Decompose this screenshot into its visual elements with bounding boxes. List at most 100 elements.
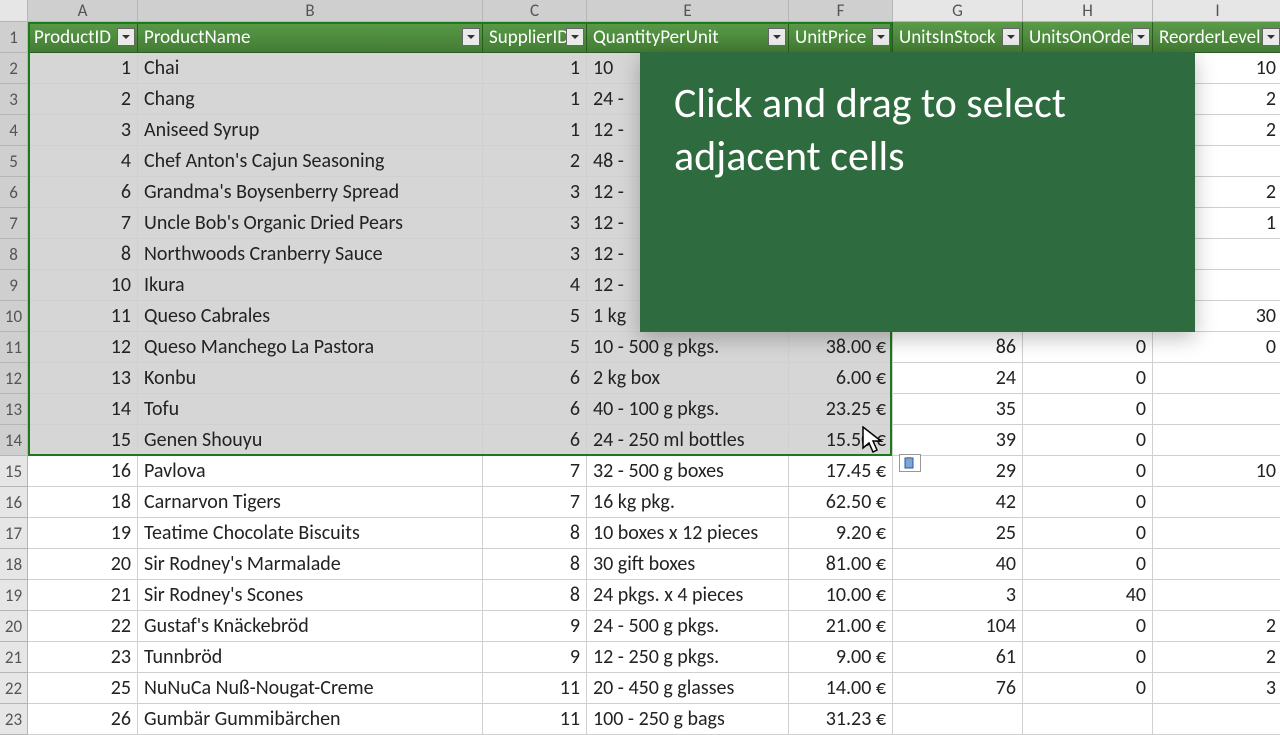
cell[interactable]: 8 xyxy=(28,239,138,270)
cell[interactable]: Chang xyxy=(138,84,483,115)
cell[interactable]: 8 xyxy=(483,580,587,611)
cell[interactable]: 2 kg box xyxy=(587,363,789,394)
cell[interactable]: 16 kg pkg. xyxy=(587,487,789,518)
row-header-19[interactable]: 19 xyxy=(0,580,28,611)
row-header-22[interactable]: 22 xyxy=(0,673,28,704)
row-header-7[interactable]: 7 xyxy=(0,208,28,239)
cell[interactable]: 7 xyxy=(28,208,138,239)
cell[interactable]: Ikura xyxy=(138,270,483,301)
cell[interactable]: 8 xyxy=(483,549,587,580)
cell[interactable]: 0 xyxy=(1023,363,1153,394)
cell[interactable]: 104 xyxy=(893,611,1023,642)
cell[interactable]: 3 xyxy=(1153,673,1280,704)
cell[interactable]: 11 xyxy=(28,301,138,332)
cell[interactable]: 5 xyxy=(483,332,587,363)
cell[interactable]: 4 xyxy=(28,146,138,177)
filter-dropdown-icon[interactable] xyxy=(1262,28,1280,46)
cell[interactable]: 3 xyxy=(483,208,587,239)
filter-dropdown-icon[interactable] xyxy=(872,28,890,46)
cell[interactable]: 3 xyxy=(28,115,138,146)
cell[interactable]: 0 xyxy=(1023,425,1153,456)
cell[interactable] xyxy=(1153,425,1280,456)
filter-dropdown-icon[interactable] xyxy=(1132,28,1150,46)
cell[interactable]: 40 - 100 g pkgs. xyxy=(587,394,789,425)
column-header-E[interactable]: E xyxy=(587,0,789,22)
cell[interactable]: 10 - 500 g pkgs. xyxy=(587,332,789,363)
cell[interactable]: 0 xyxy=(1023,611,1153,642)
cell[interactable]: 0 xyxy=(1023,549,1153,580)
cell[interactable]: 18 xyxy=(28,487,138,518)
cell[interactable]: 1 xyxy=(28,53,138,84)
table-header-productname[interactable]: ProductName xyxy=(138,22,483,53)
row-header-14[interactable]: 14 xyxy=(0,425,28,456)
cell[interactable]: Grandma's Boysenberry Spread xyxy=(138,177,483,208)
cell[interactable]: 15 xyxy=(28,425,138,456)
cell[interactable]: 3 xyxy=(483,177,587,208)
cell[interactable]: 9 xyxy=(483,611,587,642)
cell[interactable]: Chai xyxy=(138,53,483,84)
table-header-unitsinstock[interactable]: UnitsInStock xyxy=(893,22,1023,53)
column-header-B[interactable]: B xyxy=(138,0,483,22)
cell[interactable]: 2 xyxy=(483,146,587,177)
cell[interactable]: 76 xyxy=(893,673,1023,704)
row-header-18[interactable]: 18 xyxy=(0,549,28,580)
row-header-16[interactable]: 16 xyxy=(0,487,28,518)
column-header-C[interactable]: C xyxy=(483,0,587,22)
row-header-13[interactable]: 13 xyxy=(0,394,28,425)
row-header-4[interactable]: 4 xyxy=(0,115,28,146)
table-header-unitsonorder[interactable]: UnitsOnOrder xyxy=(1023,22,1153,53)
column-header-F[interactable]: F xyxy=(789,0,893,22)
cell[interactable]: 42 xyxy=(893,487,1023,518)
cell[interactable]: 6 xyxy=(483,425,587,456)
column-header-G[interactable]: G xyxy=(893,0,1023,22)
cell[interactable]: 9.00 € xyxy=(789,642,893,673)
cell[interactable]: Teatime Chocolate Biscuits xyxy=(138,518,483,549)
cell[interactable]: 20 - 450 g glasses xyxy=(587,673,789,704)
cell[interactable]: 9 xyxy=(483,642,587,673)
row-header-8[interactable]: 8 xyxy=(0,239,28,270)
select-all-corner[interactable] xyxy=(0,0,28,22)
cell[interactable]: 0 xyxy=(1023,332,1153,363)
cell[interactable]: 2 xyxy=(1153,642,1280,673)
cell[interactable]: Konbu xyxy=(138,363,483,394)
cell[interactable]: 22 xyxy=(28,611,138,642)
cell[interactable]: 10.00 € xyxy=(789,580,893,611)
row-header-21[interactable]: 21 xyxy=(0,642,28,673)
row-header-10[interactable]: 10 xyxy=(0,301,28,332)
cell[interactable]: 2 xyxy=(1153,611,1280,642)
column-header-A[interactable]: A xyxy=(28,0,138,22)
row-header-12[interactable]: 12 xyxy=(0,363,28,394)
cell[interactable]: Sir Rodney's Scones xyxy=(138,580,483,611)
cell[interactable]: 32 - 500 g boxes xyxy=(587,456,789,487)
cell[interactable]: 7 xyxy=(483,487,587,518)
cell[interactable] xyxy=(1153,363,1280,394)
cell[interactable]: 38.00 € xyxy=(789,332,893,363)
cell[interactable] xyxy=(1153,549,1280,580)
cell[interactable]: 4 xyxy=(483,270,587,301)
cell[interactable]: 16 xyxy=(28,456,138,487)
cell[interactable]: 17.45 € xyxy=(789,456,893,487)
cell[interactable]: 5 xyxy=(483,301,587,332)
cell[interactable]: Chef Anton's Cajun Seasoning xyxy=(138,146,483,177)
cell[interactable]: 23 xyxy=(28,642,138,673)
cell[interactable]: 6 xyxy=(483,394,587,425)
cell[interactable] xyxy=(1153,518,1280,549)
cell[interactable]: 6 xyxy=(28,177,138,208)
cell[interactable]: 40 xyxy=(1023,580,1153,611)
row-header-15[interactable]: 15 xyxy=(0,456,28,487)
cell[interactable]: 23.25 € xyxy=(789,394,893,425)
column-header-I[interactable]: I xyxy=(1153,0,1280,22)
cell[interactable]: 40 xyxy=(893,549,1023,580)
row-header-20[interactable]: 20 xyxy=(0,611,28,642)
cell[interactable] xyxy=(1153,580,1280,611)
cell[interactable]: 24 - 250 ml bottles xyxy=(587,425,789,456)
row-header-6[interactable]: 6 xyxy=(0,177,28,208)
row-header-17[interactable]: 17 xyxy=(0,518,28,549)
cell[interactable]: 13 xyxy=(28,363,138,394)
cell[interactable]: 0 xyxy=(1023,456,1153,487)
cell[interactable]: Tofu xyxy=(138,394,483,425)
cell[interactable]: 6 xyxy=(483,363,587,394)
cell[interactable]: 19 xyxy=(28,518,138,549)
cell[interactable]: 3 xyxy=(483,239,587,270)
cell[interactable]: 0 xyxy=(1023,673,1153,704)
